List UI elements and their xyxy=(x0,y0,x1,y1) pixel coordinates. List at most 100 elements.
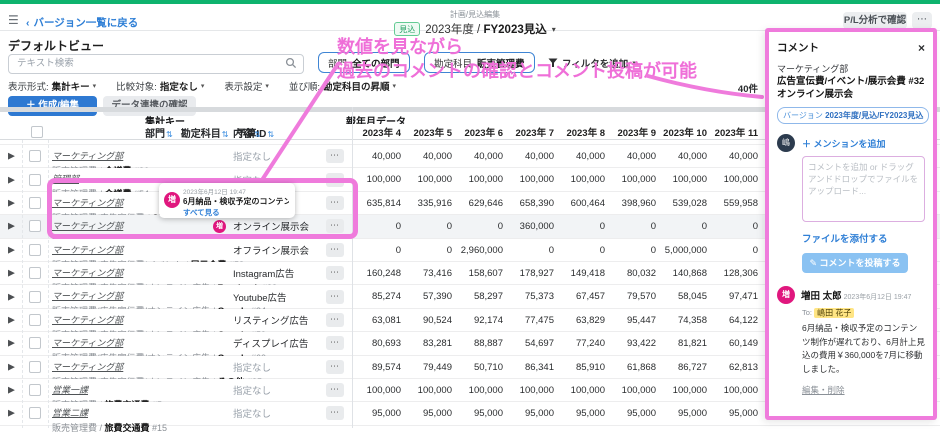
month-value-cell[interactable]: 79,449 xyxy=(407,356,458,378)
row-more-button[interactable]: ⋯ xyxy=(326,336,344,350)
month-value-cell[interactable]: 40,000 xyxy=(509,145,560,167)
month-value-cell[interactable]: 0 xyxy=(356,215,407,237)
month-value-cell[interactable]: 160,248 xyxy=(356,262,407,284)
close-icon[interactable]: × xyxy=(918,43,925,53)
comment-count-badge[interactable]: 増 xyxy=(213,220,226,233)
month-value-cell[interactable]: 0 xyxy=(611,215,662,237)
month-value-cell[interactable]: 40,000 xyxy=(356,145,407,167)
add-mention-link[interactable]: ＋ メンションを追加 xyxy=(802,137,886,150)
month-value-cell[interactable]: 95,000 xyxy=(560,402,611,424)
month-value-cell[interactable] xyxy=(407,140,458,144)
row-checkbox[interactable] xyxy=(29,384,41,396)
month-value-cell[interactable]: 0 xyxy=(458,215,509,237)
delete-comment-link[interactable]: 削除 xyxy=(828,385,845,395)
month-value-cell[interactable]: 95,000 xyxy=(356,402,407,424)
topbar-more-button[interactable]: ⋯ xyxy=(912,12,932,29)
month-value-cell[interactable]: 74,358 xyxy=(662,309,713,331)
month-value-cell[interactable]: 100,000 xyxy=(407,379,458,401)
department-link[interactable]: マーケティング部 xyxy=(52,243,123,256)
month-value-cell[interactable]: 89,574 xyxy=(356,356,407,378)
month-value-cell[interactable]: 0 xyxy=(713,215,764,237)
row-more-button[interactable]: ⋯ xyxy=(326,219,344,233)
month-value-cell[interactable]: 360,000 xyxy=(509,215,560,237)
expand-arrow-icon[interactable]: ▶ xyxy=(8,197,15,208)
sort-icon[interactable]: ⇅ xyxy=(222,130,229,139)
month-value-cell[interactable]: 100,000 xyxy=(713,168,764,190)
department-link[interactable]: マーケティング部 xyxy=(52,149,123,162)
month-value-cell[interactable]: 629,646 xyxy=(458,192,509,214)
month-value-cell[interactable]: 100,000 xyxy=(560,168,611,190)
col-department[interactable]: 部門⇅ xyxy=(145,125,173,140)
row-checkbox[interactable] xyxy=(29,220,41,232)
month-value-cell[interactable]: 0 xyxy=(560,215,611,237)
month-value-cell[interactable]: 140,868 xyxy=(662,262,713,284)
month-value-cell[interactable]: 0 xyxy=(356,239,407,261)
month-value-cell[interactable]: 2,960,000 xyxy=(458,239,509,261)
month-value-cell[interactable]: 97,471 xyxy=(713,285,764,307)
month-value-cell[interactable]: 95,000 xyxy=(611,402,662,424)
month-value-cell[interactable]: 92,174 xyxy=(458,309,509,331)
month-value-cell[interactable]: 40,000 xyxy=(407,145,458,167)
month-value-cell[interactable] xyxy=(458,140,509,144)
sort-icon[interactable]: ⇅ xyxy=(166,130,173,139)
see-all-link[interactable]: すべて見る xyxy=(183,207,289,218)
month-value-cell[interactable]: 539,028 xyxy=(662,192,713,214)
expand-arrow-icon[interactable]: ▶ xyxy=(8,174,15,185)
month-value-cell[interactable]: 40,000 xyxy=(662,145,713,167)
month-value-cell[interactable]: 40,000 xyxy=(713,145,764,167)
row-more-button[interactable]: ⋯ xyxy=(326,243,344,257)
month-value-cell[interactable]: 63,081 xyxy=(356,309,407,331)
department-link[interactable]: マーケティング部 xyxy=(52,336,123,349)
department-link[interactable]: マーケティング部 xyxy=(52,266,123,279)
month-value-cell[interactable]: 100,000 xyxy=(611,379,662,401)
department-link[interactable]: マーケティング部 xyxy=(52,219,123,232)
row-more-button[interactable]: ⋯ xyxy=(326,173,344,187)
month-value-cell[interactable]: 559,958 xyxy=(713,192,764,214)
month-value-cell[interactable]: 100,000 xyxy=(713,379,764,401)
month-value-cell[interactable]: 60,149 xyxy=(713,332,764,354)
month-value-cell[interactable]: 95,000 xyxy=(713,402,764,424)
month-value-cell[interactable]: 81,821 xyxy=(662,332,713,354)
month-value-cell[interactable]: 57,390 xyxy=(407,285,458,307)
display-option[interactable]: 表示設定▾ xyxy=(224,79,269,93)
month-value-cell[interactable]: 95,000 xyxy=(407,402,458,424)
month-value-cell[interactable]: 335,916 xyxy=(407,192,458,214)
month-value-cell[interactable]: 100,000 xyxy=(458,168,509,190)
month-value-cell[interactable]: 100,000 xyxy=(611,168,662,190)
row-checkbox[interactable] xyxy=(29,197,41,209)
post-comment-button[interactable]: ✎ コメントを投稿する xyxy=(802,253,908,273)
create-edit-button[interactable]: ＋ 作成/編集 xyxy=(8,96,97,116)
month-value-cell[interactable]: 600,464 xyxy=(560,192,611,214)
month-value-cell[interactable]: 178,927 xyxy=(509,262,560,284)
row-checkbox[interactable] xyxy=(29,361,41,373)
month-value-cell[interactable]: 93,422 xyxy=(611,332,662,354)
month-value-cell[interactable]: 90,524 xyxy=(407,309,458,331)
expand-arrow-icon[interactable]: ▶ xyxy=(8,385,15,396)
month-value-cell[interactable]: 100,000 xyxy=(407,168,458,190)
month-value-cell[interactable]: 0 xyxy=(713,239,764,261)
month-value-cell[interactable] xyxy=(611,140,662,144)
month-value-cell[interactable]: 77,240 xyxy=(560,332,611,354)
month-value-cell[interactable]: 100,000 xyxy=(356,379,407,401)
row-checkbox[interactable] xyxy=(29,314,41,326)
month-value-cell[interactable]: 83,281 xyxy=(407,332,458,354)
expand-arrow-icon[interactable]: ▶ xyxy=(8,151,15,162)
month-value-cell[interactable]: 63,829 xyxy=(560,309,611,331)
col-content[interactable]: 内容⇅ xyxy=(233,125,261,140)
expand-arrow-icon[interactable]: ▶ xyxy=(8,291,15,302)
row-checkbox[interactable] xyxy=(29,267,41,279)
month-value-cell[interactable]: 0 xyxy=(407,215,458,237)
month-value-cell[interactable]: 67,457 xyxy=(560,285,611,307)
month-value-cell[interactable]: 100,000 xyxy=(560,379,611,401)
search-input[interactable] xyxy=(8,54,304,74)
month-value-cell[interactable]: 79,570 xyxy=(611,285,662,307)
month-value-cell[interactable] xyxy=(509,140,560,144)
month-value-cell[interactable]: 0 xyxy=(662,215,713,237)
row-checkbox[interactable] xyxy=(29,244,41,256)
row-more-button[interactable]: ⋯ xyxy=(326,196,344,210)
month-value-cell[interactable]: 149,418 xyxy=(560,262,611,284)
sort-icon[interactable]: ⇅ xyxy=(267,130,274,139)
row-checkbox[interactable] xyxy=(29,150,41,162)
department-link[interactable]: マーケティング部 xyxy=(52,196,123,209)
month-value-cell[interactable]: 5,000,000 xyxy=(662,239,713,261)
